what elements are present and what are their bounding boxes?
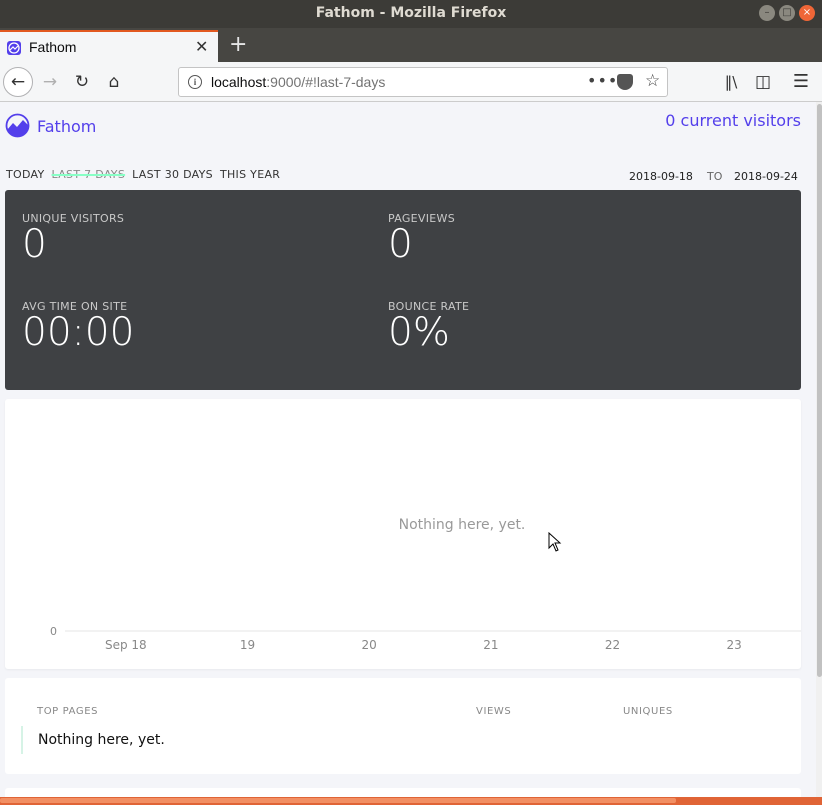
mouse-cursor-icon	[548, 532, 562, 552]
bounce-rate-stat: BOUNCE RATE 0%	[388, 300, 469, 353]
end-date[interactable]: 2018-09-24	[734, 170, 798, 183]
current-visitors: 0 current visitors	[665, 111, 801, 130]
x-tick-label: 23	[727, 638, 742, 652]
reload-button[interactable]: ↻	[69, 69, 95, 95]
x-tick-label: 19	[240, 638, 255, 652]
pageviews-value: 0	[388, 222, 413, 267]
pocket-icon[interactable]	[617, 74, 633, 90]
chart-empty-message: Nothing here, yet.	[399, 517, 526, 533]
back-button[interactable]: ←	[3, 67, 33, 97]
tab-title: Fathom	[29, 39, 77, 55]
top-pages-table: TOP PAGES VIEWS UNIQUES Nothing here, ye…	[5, 678, 801, 774]
x-tick-label: 21	[483, 638, 498, 652]
bounce-rate-value: 0%	[388, 310, 450, 355]
pageviews-stat: PAGEVIEWS 0	[388, 212, 455, 265]
minimize-icon[interactable]: –	[759, 5, 775, 21]
home-button[interactable]: ⌂	[101, 69, 127, 95]
avg-time-stat: AVG TIME ON SITE 00:00	[22, 300, 134, 353]
bookmark-star-icon[interactable]: ☆	[645, 71, 660, 91]
browser-tab[interactable]: Fathom ✕	[0, 30, 218, 62]
scrollbar-thumb[interactable]	[817, 104, 822, 677]
range-last-7-days[interactable]: LAST 7 DAYS	[52, 168, 126, 181]
totals-panel: UNIQUE VISITORS 0 PAGEVIEWS 0 AVG TIME O…	[5, 190, 801, 390]
info-icon[interactable]: i	[188, 75, 202, 89]
maximize-icon[interactable]: □	[779, 5, 795, 21]
fathom-favicon-icon	[7, 41, 21, 55]
close-tab-icon[interactable]: ✕	[195, 37, 208, 56]
avg-time-value: 00:00	[22, 310, 135, 355]
unique-visitors-value: 0	[22, 222, 47, 267]
window-titlebar: Fathom - Mozilla Firefox – □ ×	[0, 0, 822, 28]
range-today[interactable]: TODAY	[6, 168, 45, 181]
date-to-label: TO	[707, 170, 723, 183]
x-tick-label: 22	[605, 638, 620, 652]
uniques-header: UNIQUES	[623, 706, 673, 717]
top-pages-empty: Nothing here, yet.	[21, 726, 165, 754]
start-date[interactable]: 2018-09-18	[629, 170, 693, 183]
vertical-scrollbar[interactable]	[816, 102, 822, 805]
nav-bar: ← → ↻ ⌂ i localhost:9000/#!last-7-days •…	[0, 62, 822, 102]
library-icon[interactable]: ‖\	[718, 69, 744, 95]
brand-name[interactable]: Fathom	[37, 117, 96, 136]
views-header: VIEWS	[476, 706, 512, 717]
horizontal-scrollbar[interactable]	[0, 797, 822, 805]
page-content: Fathom 0 current visitors TODAY LAST 7 DA…	[0, 102, 816, 805]
top-pages-header: TOP PAGES	[37, 706, 99, 717]
range-this-year[interactable]: THIS YEAR	[220, 168, 280, 181]
x-tick-label: Sep 18	[105, 638, 147, 652]
close-window-icon[interactable]: ×	[799, 5, 815, 21]
hamburger-menu-icon[interactable]: ☰	[788, 69, 814, 95]
url-bar[interactable]: i localhost:9000/#!last-7-days ••• ☆	[178, 67, 668, 97]
visits-chart: 0 Sep 18 19 20 21 22 23 Nothing here, yet.	[5, 399, 801, 669]
range-last-30-days[interactable]: LAST 30 DAYS	[132, 168, 213, 181]
y-tick-label: 0	[50, 625, 57, 638]
forward-button[interactable]: →	[37, 69, 63, 95]
tab-strip: Fathom ✕ +	[0, 28, 822, 62]
x-tick-label: 20	[362, 638, 377, 652]
unique-visitors-stat: UNIQUE VISITORS 0	[22, 212, 124, 265]
date-range-picker: TODAY LAST 7 DAYS LAST 30 DAYS THIS YEAR	[6, 168, 287, 181]
fathom-logo-icon	[5, 113, 30, 138]
page-actions-icon[interactable]: •••	[587, 71, 618, 90]
new-tab-button[interactable]: +	[229, 32, 247, 57]
chart-svg: 0 Sep 18 19 20 21 22 23 Nothing here, yet.	[50, 517, 801, 652]
sidebar-icon[interactable]: ◫	[750, 69, 776, 95]
hscroll-thumb[interactable]	[0, 798, 676, 803]
window-title: Fathom - Mozilla Firefox	[315, 5, 507, 21]
url-text[interactable]: localhost:9000/#!last-7-days	[211, 74, 385, 90]
